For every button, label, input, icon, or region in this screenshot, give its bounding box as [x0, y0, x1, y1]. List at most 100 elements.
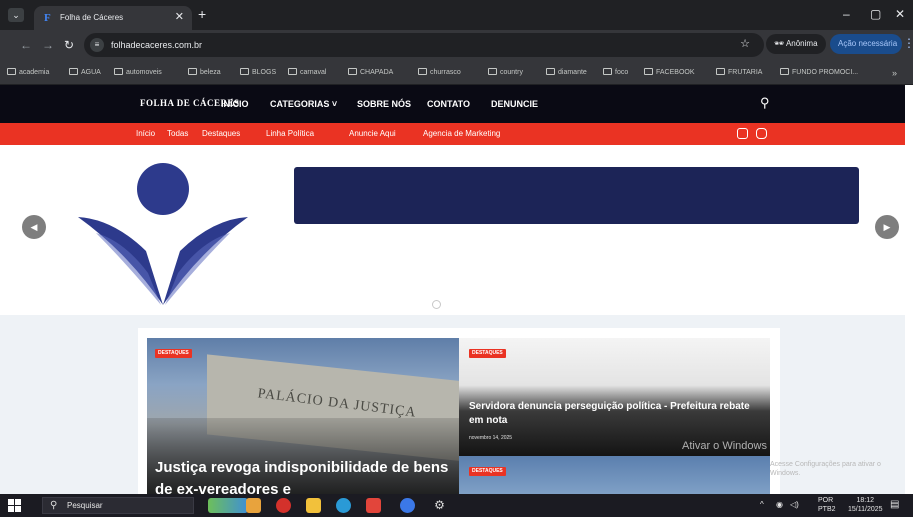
close-tab-icon[interactable]: ✕: [175, 11, 184, 23]
bookmark-folder[interactable]: academia: [7, 67, 49, 79]
folder-icon: [644, 68, 653, 75]
incognito-icon: 🕶: [774, 39, 786, 48]
reload-icon[interactable]: ↻: [64, 38, 74, 52]
category-badge[interactable]: DESTAQUES: [155, 349, 192, 358]
bookmark-folder[interactable]: carnaval: [288, 67, 326, 79]
close-window-button[interactable]: ✕: [895, 7, 905, 21]
system-clock[interactable]: 18:12 15/11/2025: [848, 496, 883, 514]
bookmark-folder[interactable]: BLOGS: [240, 67, 276, 79]
app-icon[interactable]: [366, 498, 381, 513]
featured-side-title[interactable]: Servidora denuncia perseguição política …: [469, 400, 759, 428]
forward-icon[interactable]: →: [42, 38, 54, 52]
keyboard-layout: PTB2: [818, 506, 836, 513]
tab-search-button[interactable]: ⌄: [8, 8, 24, 22]
facebook-icon[interactable]: [737, 128, 748, 139]
taskbar-search-input[interactable]: ⚲ Pesquisar: [42, 497, 194, 514]
windows-activation-subtitle: Acesse Configurações para ativar o Windo…: [770, 461, 881, 477]
bookmark-folder[interactable]: CHAPADA: [348, 67, 393, 79]
network-icon[interactable]: ◉: [776, 500, 783, 510]
windows-activation-title: Ativar o Windows: [682, 440, 767, 452]
folder-icon: [114, 68, 123, 75]
clock-time: 18:12: [856, 497, 875, 504]
tab-title: Folha de Cáceres: [60, 13, 124, 22]
nav-inicio[interactable]: INÍCIO: [221, 99, 249, 109]
menu-kebab-icon[interactable]: ⋮: [903, 36, 913, 50]
bookmark-folder[interactable]: foco: [603, 67, 628, 79]
subnav-destaques[interactable]: Destaques: [202, 129, 240, 139]
bookmark-folder[interactable]: country: [488, 67, 523, 79]
bookmark-folder[interactable]: AGUA: [69, 67, 101, 79]
back-icon[interactable]: ←: [20, 38, 32, 52]
folder-icon: [780, 68, 789, 75]
folder-icon: [240, 68, 249, 75]
search-icon: ⚲: [50, 500, 58, 511]
category-badge[interactable]: DESTAQUES: [469, 349, 506, 358]
minimize-button[interactable]: –: [843, 7, 850, 21]
featured-main-title[interactable]: Justiça revoga indisponibilidade de bens…: [155, 457, 455, 494]
nav-contato[interactable]: CONTATO: [427, 99, 470, 109]
subnav-inicio[interactable]: Início: [136, 129, 155, 139]
nav-denuncie[interactable]: DENUNCIE: [491, 99, 538, 109]
notification-icon[interactable]: ▤: [890, 500, 899, 510]
clock-date: 15/11/2025: [848, 506, 883, 513]
slider-prev-button[interactable]: ◀: [22, 215, 46, 239]
address-bar[interactable]: ≡ folhadecaceres.com.br ☆: [84, 33, 764, 57]
folder-icon: [69, 68, 78, 75]
subnav-linha-politica[interactable]: Linha Política: [266, 129, 314, 139]
folder-icon: [188, 68, 197, 75]
tab-strip: ⌄ F Folha de Cáceres ✕ + – ▢ ✕: [0, 0, 913, 30]
category-badge[interactable]: DESTAQUES: [469, 467, 506, 476]
folder-icon: [418, 68, 427, 75]
favicon-icon: F: [44, 12, 51, 24]
nav-sobre-nos[interactable]: SOBRE NÓS: [357, 99, 411, 109]
folder-icon: [348, 68, 357, 75]
bookmark-star-icon[interactable]: ☆: [740, 38, 750, 50]
more-bookmarks-icon[interactable]: »: [892, 67, 897, 79]
folder-icon: [716, 68, 725, 75]
search-icon[interactable]: ⚲: [760, 96, 770, 110]
profile-button[interactable]: 🕶 Anônima: [766, 34, 826, 54]
ad-banner[interactable]: [294, 167, 859, 224]
action-needed-button[interactable]: Ação necessária: [830, 34, 902, 54]
chrome-icon[interactable]: [400, 498, 415, 513]
bookmark-folder[interactable]: FUNDO PROMOCI...: [780, 67, 858, 79]
browser-tab[interactable]: F Folha de Cáceres ✕: [34, 6, 192, 30]
opera-icon[interactable]: [276, 498, 291, 513]
folder-icon: [288, 68, 297, 75]
windows-start-icon[interactable]: [8, 499, 21, 512]
folder-icon: [546, 68, 555, 75]
taskbar-search-placeholder: Pesquisar: [67, 501, 103, 510]
slider-next-button[interactable]: ▶: [875, 215, 899, 239]
subnav-todas[interactable]: Todas: [167, 129, 188, 139]
site-info-icon[interactable]: ≡: [90, 38, 104, 52]
slider-dot[interactable]: [432, 300, 441, 309]
site-navbar: FOLHA DE CÁCERES INÍCIO CATEGORIAS ˅ SOB…: [0, 85, 905, 123]
taskbar-widget-icon[interactable]: [208, 498, 248, 513]
bookmarks-bar: academia AGUA automoveis beleza BLOGS ca…: [0, 61, 913, 85]
bookmark-folder[interactable]: FACEBOOK: [644, 67, 695, 79]
folder-icon: [603, 68, 612, 75]
tray-chevron-icon[interactable]: ^: [760, 500, 764, 510]
instagram-icon[interactable]: [756, 128, 767, 139]
subnav-anuncie-aqui[interactable]: Anuncie Aqui: [349, 129, 396, 139]
maximize-button[interactable]: ▢: [870, 7, 881, 21]
language-indicator[interactable]: POR PTB2: [818, 496, 836, 514]
new-tab-button[interactable]: +: [198, 7, 206, 21]
settings-gear-icon[interactable]: ⚙: [432, 498, 447, 513]
folder-app-icon[interactable]: [306, 498, 321, 513]
bookmark-folder[interactable]: churrasco: [418, 67, 461, 79]
edge-icon[interactable]: [336, 498, 351, 513]
subnav-agencia-marketing[interactable]: Agencia de Marketing: [423, 129, 500, 139]
featured-side-date: novembro 14, 2025: [469, 435, 513, 441]
bookmark-folder[interactable]: FRUTARIA: [716, 67, 762, 79]
url-text[interactable]: folhadecaceres.com.br: [111, 39, 202, 51]
nav-categorias[interactable]: CATEGORIAS ˅: [270, 99, 337, 109]
profile-label: Anônima: [785, 39, 818, 48]
volume-icon[interactable]: ◁): [790, 500, 799, 510]
file-explorer-icon[interactable]: [246, 498, 261, 513]
folder-icon: [488, 68, 497, 75]
bookmark-folder[interactable]: beleza: [188, 67, 221, 79]
site-subnav: Início Todas Destaques Linha Política An…: [0, 123, 905, 145]
bookmark-folder[interactable]: automoveis: [114, 67, 162, 79]
bookmark-folder[interactable]: diamante: [546, 67, 587, 79]
